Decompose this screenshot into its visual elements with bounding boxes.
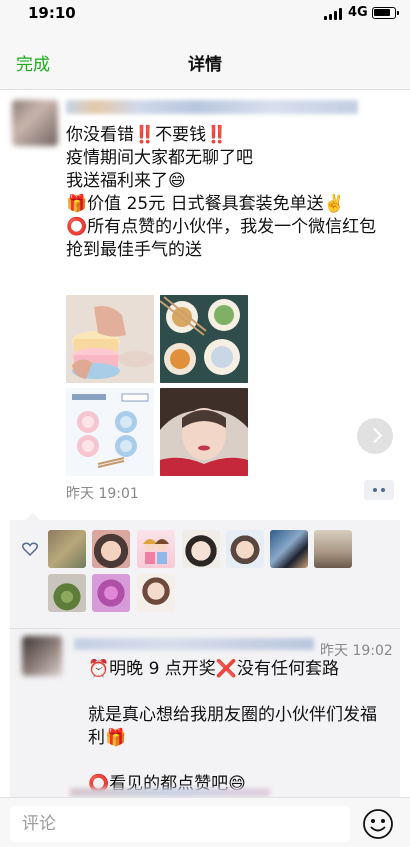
comment-input[interactable] bbox=[10, 806, 350, 842]
battery-icon bbox=[372, 7, 399, 19]
post-time: 昨天 19:01 bbox=[66, 486, 139, 502]
comment-author-name-blurred[interactable] bbox=[74, 638, 314, 650]
like-avatar[interactable] bbox=[48, 530, 86, 568]
dishes-photo-art bbox=[160, 295, 248, 383]
post-line: 你没看错‼️不要钱‼️ bbox=[66, 125, 228, 145]
page-title: 详情 bbox=[188, 55, 222, 75]
next-arrow-button[interactable] bbox=[357, 418, 393, 454]
status-bar: 19:10 4G bbox=[0, 0, 410, 28]
signal-icon bbox=[324, 8, 344, 20]
comment-time: 昨天 19:02 bbox=[320, 643, 393, 659]
smiley-icon[interactable] bbox=[362, 808, 394, 840]
post-line: 疫情期间大家都无聊了吧 bbox=[66, 148, 253, 168]
status-time: 19:10 bbox=[28, 4, 76, 22]
selfie-photo[interactable] bbox=[160, 388, 248, 476]
bowls-photo[interactable] bbox=[66, 295, 154, 383]
post-line: 抢到最佳手气的送 bbox=[66, 240, 202, 260]
post-line: 我送福利来了😄 bbox=[66, 171, 186, 191]
like-avatar[interactable] bbox=[226, 530, 264, 568]
nav-bar: 完成 详情 bbox=[0, 28, 410, 90]
post-line: 🎁价值 25元 日式餐具套装免单送✌️ bbox=[66, 194, 345, 214]
comment-author-avatar[interactable] bbox=[22, 636, 62, 676]
post-line: ⭕所有点赞的小伙伴，我发一个微信红包 bbox=[66, 217, 377, 237]
dishes-photo[interactable] bbox=[160, 295, 248, 383]
battery-fill bbox=[374, 9, 390, 16]
cartoon-girls-art bbox=[143, 539, 169, 564]
comment-text: ⏰明晚 9 点开奖❌没有任何套路 就是真心想给我朋友圈的小伙伴们发福利🎁 ⭕看见… bbox=[88, 658, 388, 796]
next-comment-blurred bbox=[70, 788, 270, 797]
selfie-art bbox=[160, 388, 248, 476]
like-avatar[interactable] bbox=[314, 530, 352, 568]
heart-icon bbox=[22, 542, 38, 556]
comment-line: ❌没有任何套路 bbox=[215, 659, 339, 679]
comment-line: ⏰明晚 9 点开奖 bbox=[88, 659, 216, 679]
like-avatar[interactable] bbox=[182, 530, 220, 568]
likes-comments-panel: 昨天 19:02 ⏰明晚 9 点开奖❌没有任何套路 就是真心想给我朋友圈的小伙伴… bbox=[10, 513, 400, 797]
product-info-art bbox=[66, 388, 154, 476]
like-avatar[interactable] bbox=[270, 530, 308, 568]
like-avatar[interactable] bbox=[92, 574, 130, 612]
network-label: 4G bbox=[348, 5, 368, 20]
like-avatar[interactable] bbox=[92, 530, 130, 568]
post-author-name-blurred[interactable] bbox=[66, 100, 358, 114]
post-text: 你没看错‼️不要钱‼️ 疫情期间大家都无聊了吧 我送福利来了😄 🎁价值 25元 … bbox=[66, 124, 406, 262]
divider bbox=[10, 628, 400, 629]
more-options-button[interactable] bbox=[364, 480, 394, 500]
post-author-avatar[interactable] bbox=[12, 100, 58, 146]
like-avatar[interactable] bbox=[137, 574, 175, 612]
comment-bar bbox=[0, 797, 410, 847]
bowls-photo-art bbox=[66, 295, 154, 383]
like-avatar[interactable] bbox=[48, 574, 86, 612]
product-info-photo[interactable] bbox=[66, 388, 154, 476]
comment-line: 就是真心想给我朋友圈的小伙伴们发福利🎁 bbox=[88, 705, 377, 748]
like-avatar[interactable] bbox=[137, 530, 175, 568]
